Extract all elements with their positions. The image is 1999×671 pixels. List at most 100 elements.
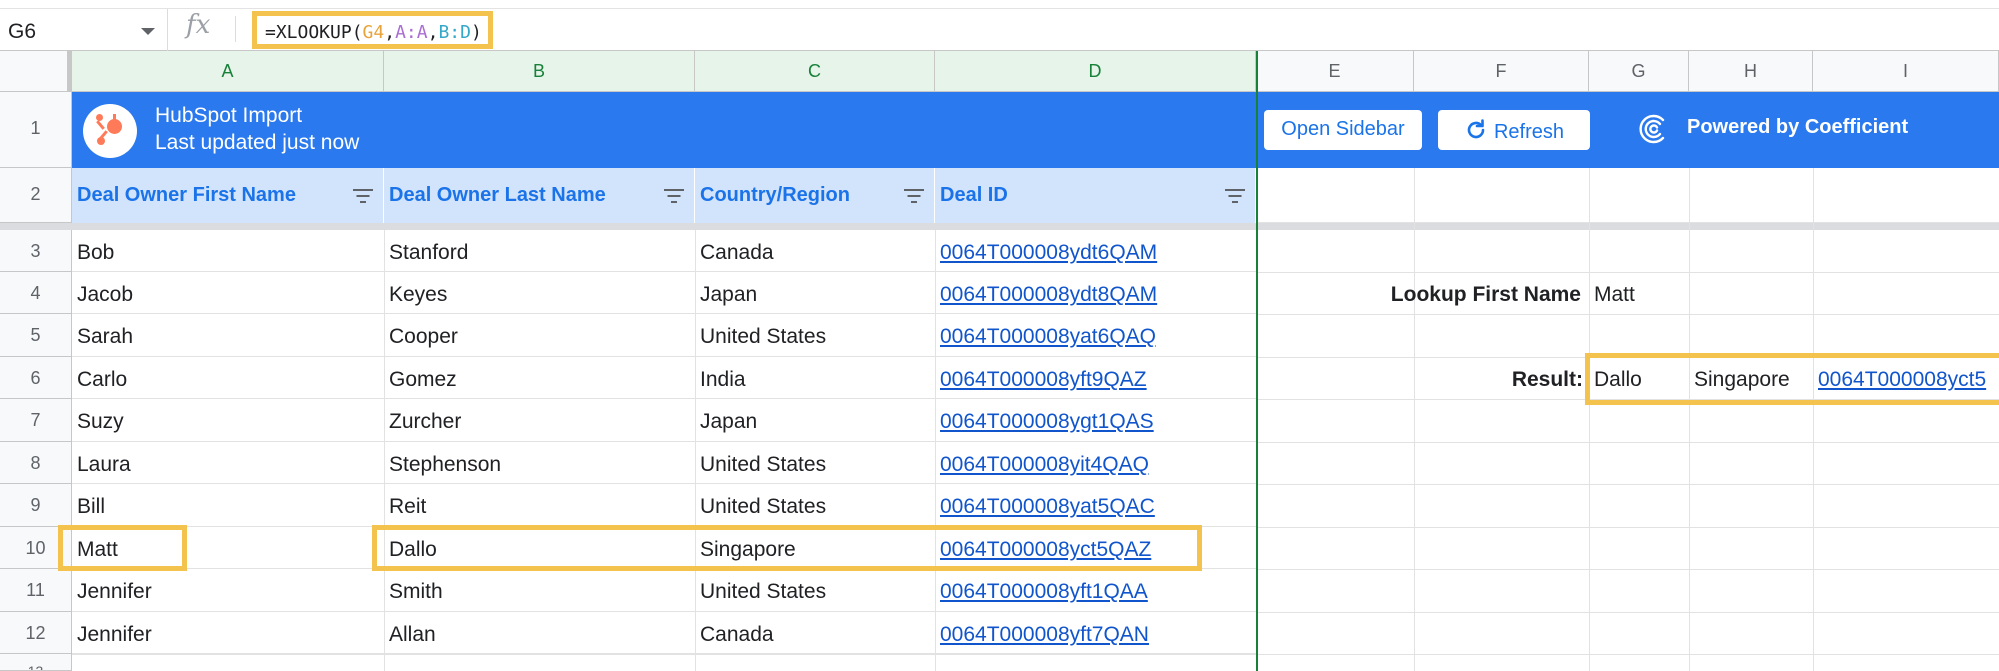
refresh-label: Refresh — [1493, 121, 1565, 143]
column-header-h[interactable]: H — [1689, 51, 1813, 92]
cell-d6[interactable]: 0064T000008yft9QAZ — [935, 357, 1256, 399]
empty-header-area — [1256, 168, 1999, 223]
formula-arg-lookup: G4 — [362, 22, 385, 43]
gridline — [1589, 168, 1590, 671]
row-header-13[interactable]: 13 — [0, 654, 72, 671]
cell-d11[interactable]: 0064T000008yft1QAA — [935, 569, 1256, 612]
cell-a5[interactable]: Sarah — [72, 314, 384, 357]
select-all-corner[interactable] — [0, 51, 72, 92]
row-header-9[interactable]: 9 — [0, 484, 72, 527]
row-header-1[interactable]: 1 — [0, 92, 72, 168]
formula-arg-return-range: B:D — [438, 22, 471, 43]
gridline — [1256, 654, 1999, 655]
cell-a12[interactable]: Jennifer — [72, 612, 384, 654]
chevron-down-icon[interactable] — [141, 28, 155, 35]
filter-icon[interactable] — [1225, 189, 1245, 203]
fx-icon: fx — [186, 10, 211, 40]
cell-a4[interactable]: Jacob — [72, 272, 384, 314]
cell-c12[interactable]: Canada — [695, 612, 935, 654]
cell-b12[interactable]: Allan — [384, 612, 695, 654]
cell-c4[interactable]: Japan — [695, 272, 935, 314]
frozen-rows-divider[interactable] — [0, 223, 1999, 230]
name-box[interactable]: G6 — [0, 9, 168, 51]
powered-by-coefficient: Powered by Coefficient — [1687, 116, 1909, 138]
row-header-3[interactable]: 3 — [0, 230, 72, 272]
cell-d4[interactable]: 0064T000008ydt8QAM — [935, 272, 1256, 314]
formula-arg-lookup-range: A:A — [395, 22, 428, 43]
cell-b3[interactable]: Stanford — [384, 230, 695, 272]
cell-c11[interactable]: United States — [695, 569, 935, 612]
cell-d12[interactable]: 0064T000008yft7QAN — [935, 612, 1256, 654]
cell-g4-lookup-value[interactable]: Matt — [1589, 272, 1689, 314]
cell-a8[interactable]: Laura — [72, 442, 384, 484]
cell-a7[interactable]: Suzy — [72, 399, 384, 442]
cell-c7[interactable]: Japan — [695, 399, 935, 442]
filter-icon[interactable] — [353, 189, 373, 203]
formula-comma: , — [427, 22, 439, 43]
cell-c8[interactable]: United States — [695, 442, 935, 484]
header-country[interactable]: Country/Region — [695, 168, 935, 223]
header-deal-id[interactable]: Deal ID — [935, 168, 1256, 223]
row-header-8[interactable]: 8 — [0, 442, 72, 484]
gridline — [1256, 527, 1999, 528]
row-header-7[interactable]: 7 — [0, 399, 72, 442]
formula-input[interactable]: =XLOOKUP(G4,A:A,B:D) — [252, 11, 493, 49]
cell-d5[interactable]: 0064T000008yat6QAQ — [935, 314, 1256, 357]
column-header-a[interactable]: A — [72, 51, 384, 92]
coefficient-logo-icon — [1639, 114, 1665, 144]
column-header-f[interactable]: F — [1414, 51, 1589, 92]
refresh-button[interactable]: Refresh — [1438, 110, 1590, 150]
lookup-label: Lookup First Name — [1390, 283, 1581, 306]
cell-b8[interactable]: Stephenson — [384, 442, 695, 484]
cell-d9[interactable]: 0064T000008yat5QAC — [935, 484, 1256, 527]
row-header-4[interactable]: 4 — [0, 272, 72, 314]
column-selection-border — [1256, 51, 1258, 671]
toolbar-edge — [0, 0, 1999, 9]
gridline — [72, 654, 1256, 655]
cell-c3[interactable]: Canada — [695, 230, 935, 272]
row-header-6[interactable]: 6 — [0, 357, 72, 399]
name-box-value: G6 — [8, 20, 37, 43]
result-label: Result: — [1511, 368, 1583, 391]
cell-b11[interactable]: Smith — [384, 569, 695, 612]
cell-a3[interactable]: Bob — [72, 230, 384, 272]
row-header-11[interactable]: 11 — [0, 569, 72, 612]
cell-c5[interactable]: United States — [695, 314, 935, 357]
row-header-5[interactable]: 5 — [0, 314, 72, 357]
cell-d7[interactable]: 0064T000008ygt1QAS — [935, 399, 1256, 442]
gridline — [1256, 569, 1999, 570]
cell-a11[interactable]: Jennifer — [72, 569, 384, 612]
header-first-name[interactable]: Deal Owner First Name — [72, 168, 384, 223]
cell-c9[interactable]: United States — [695, 484, 935, 527]
gridline — [1256, 484, 1999, 485]
cell-a9[interactable]: Bill — [72, 484, 384, 527]
highlight-returned-values — [372, 525, 1202, 571]
row-header-12[interactable]: 12 — [0, 612, 72, 654]
column-header-g[interactable]: G — [1589, 51, 1689, 92]
cell-d3[interactable]: 0064T000008ydt6QAM — [935, 230, 1256, 272]
column-header-c[interactable]: C — [695, 51, 935, 92]
row-header-2[interactable]: 2 — [0, 168, 72, 223]
filter-icon[interactable] — [664, 189, 684, 203]
column-header-e[interactable]: E — [1256, 51, 1414, 92]
cell-b9[interactable]: Reit — [384, 484, 695, 527]
header-label: Deal Owner Last Name — [389, 184, 606, 206]
column-header-d[interactable]: D — [935, 51, 1256, 92]
header-last-name[interactable]: Deal Owner Last Name — [384, 168, 695, 223]
cell-c6[interactable]: India — [695, 357, 935, 399]
cell-b6[interactable]: Gomez — [384, 357, 695, 399]
cell-a6[interactable]: Carlo — [72, 357, 384, 399]
filter-icon[interactable] — [904, 189, 924, 203]
highlight-result-range — [1585, 353, 1999, 405]
cell-b7[interactable]: Zurcher — [384, 399, 695, 442]
column-header-i[interactable]: I — [1813, 51, 1999, 92]
cell-d8[interactable]: 0064T000008yit4QAQ — [935, 442, 1256, 484]
open-sidebar-button[interactable]: Open Sidebar — [1264, 110, 1422, 150]
formula-comma: , — [384, 22, 396, 43]
column-header-b[interactable]: B — [384, 51, 695, 92]
hubspot-logo-icon — [83, 104, 137, 158]
formula-separator — [235, 16, 236, 42]
cell-b5[interactable]: Cooper — [384, 314, 695, 357]
gridline — [1813, 168, 1814, 671]
cell-b4[interactable]: Keyes — [384, 272, 695, 314]
